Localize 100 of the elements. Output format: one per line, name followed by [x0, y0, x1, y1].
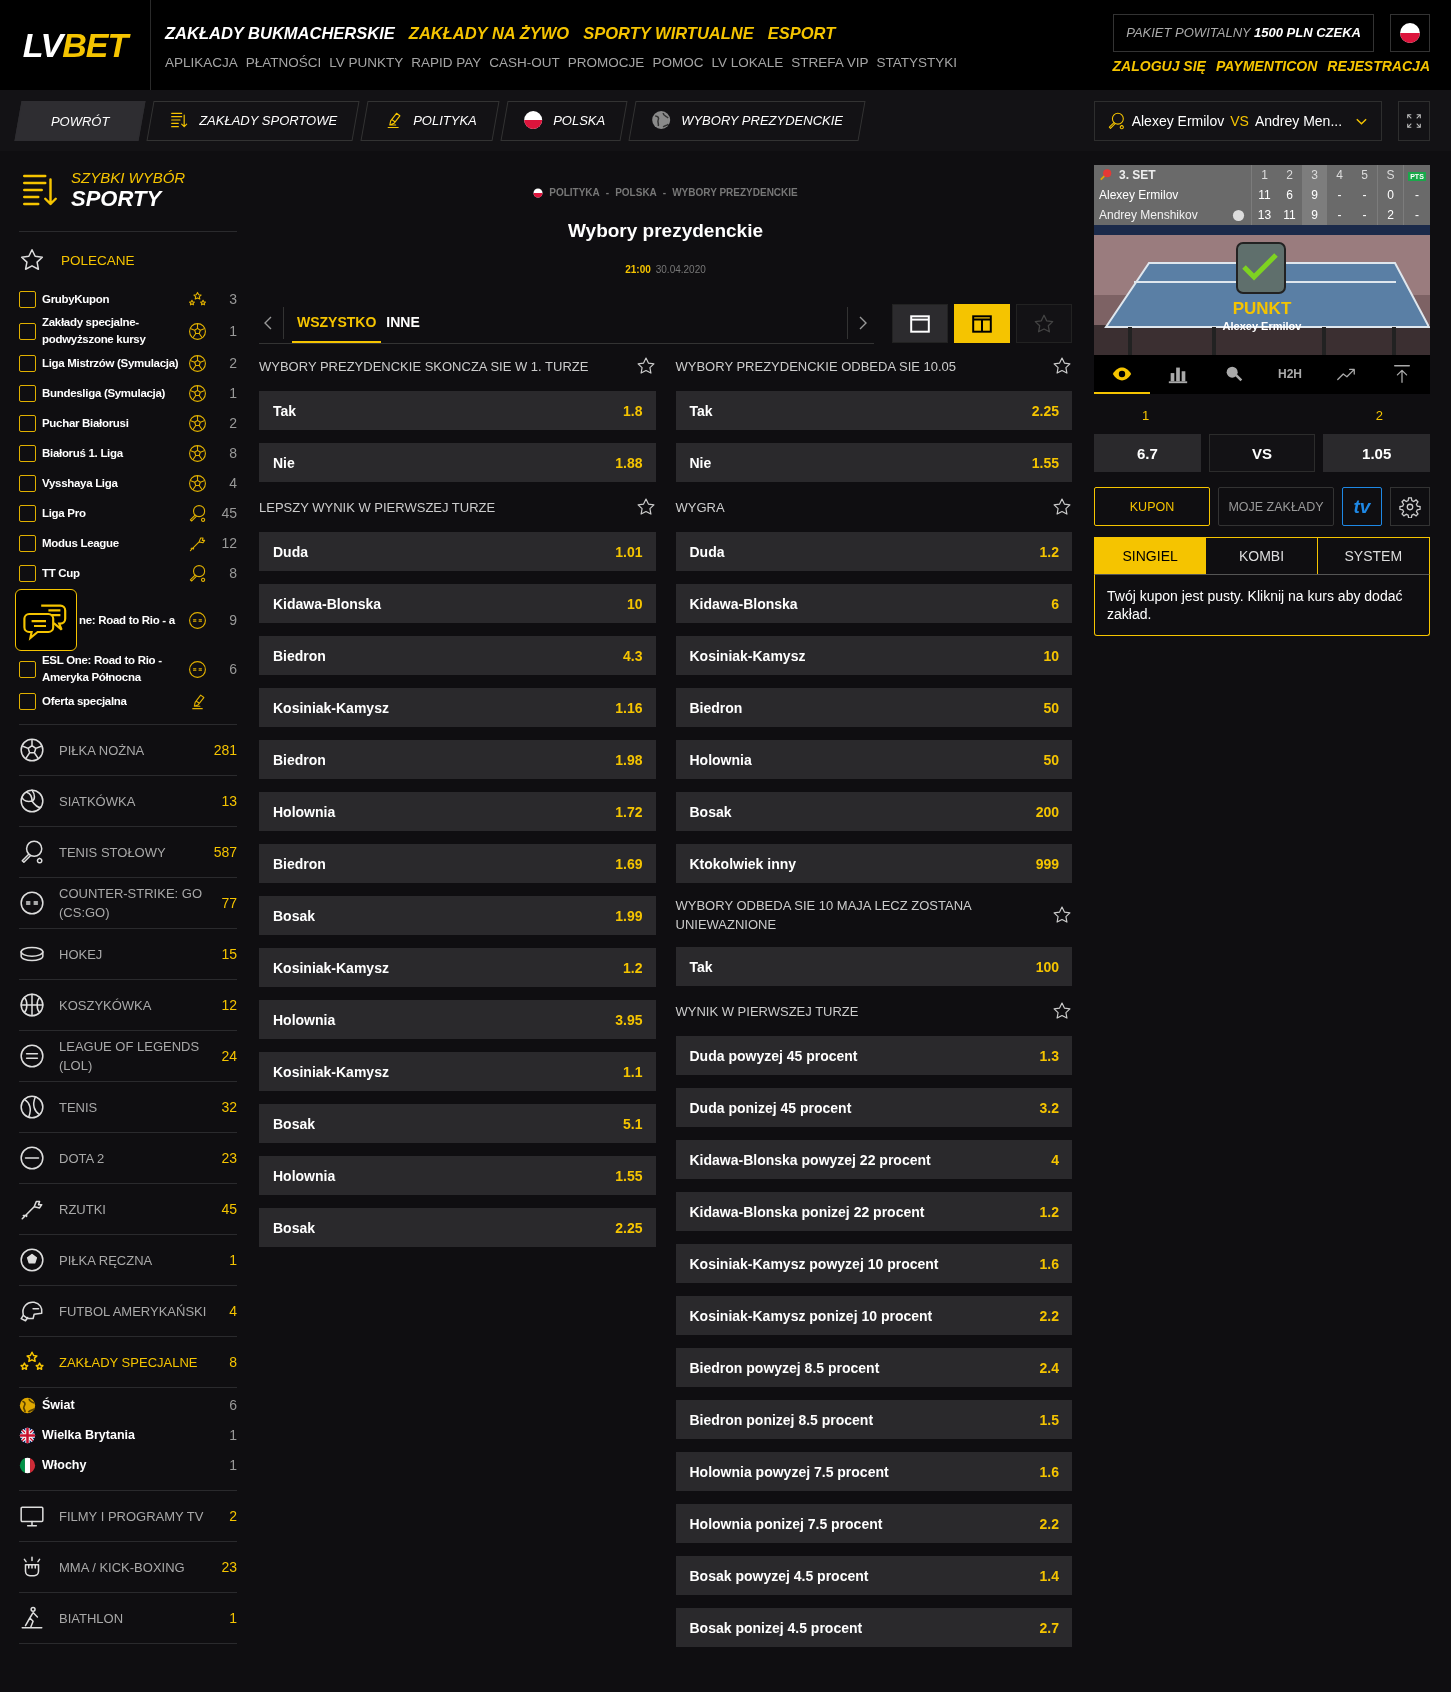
odds-button[interactable]: Kidawa-Blonska powyzej 22 procent 4: [675, 1140, 1072, 1179]
odds-button[interactable]: Kidawa-Blonska 6: [675, 584, 1072, 623]
checkbox[interactable]: [19, 564, 36, 582]
star-icon[interactable]: [1052, 1001, 1072, 1021]
league-link[interactable]: Modus League: [42, 534, 182, 552]
star-icon[interactable]: [635, 356, 656, 376]
checkbox[interactable]: [19, 354, 36, 372]
region-link[interactable]: Wielka Brytania: [42, 1428, 224, 1442]
chat-button[interactable]: [15, 589, 77, 651]
league-link[interactable]: TT Cup: [42, 564, 182, 582]
sport-link[interactable]: DOTA 2: [59, 1148, 208, 1168]
sport-link[interactable]: TENIS STOŁOWY: [59, 842, 200, 862]
bet-slip-tab[interactable]: MOJE ZAKŁADY: [1218, 487, 1334, 526]
account-link[interactable]: PAYMENTICON: [1215, 58, 1318, 74]
league-link[interactable]: Liga Mistrzów (Symulacja): [42, 354, 182, 372]
league-link[interactable]: GrubyKupon: [42, 290, 182, 308]
odds-button[interactable]: Holownia 50: [675, 740, 1072, 779]
checkbox[interactable]: [19, 414, 36, 432]
odds-button[interactable]: Biedron ponizej 8.5 procent 1.5: [675, 1400, 1072, 1439]
language-button[interactable]: [1390, 14, 1430, 52]
sport-link[interactable]: ZAKŁADY SPECJALNE: [59, 1352, 216, 1372]
odds-button[interactable]: Bosak powyzej 4.5 procent 1.4: [675, 1556, 1072, 1595]
category-button[interactable]: ZAKŁADY SPORTOWE: [146, 100, 360, 141]
star-icon[interactable]: [635, 497, 656, 517]
checkbox[interactable]: [19, 444, 36, 462]
odds-button[interactable]: Kosiniak-Kamysz 1.1: [259, 1052, 656, 1091]
odds-button[interactable]: Bosak ponizej 4.5 procent 2.7: [675, 1608, 1072, 1647]
settings-button[interactable]: [1390, 487, 1430, 526]
region-link[interactable]: Włochy: [42, 1458, 224, 1472]
nav-link[interactable]: STREFA VIP: [791, 55, 869, 70]
odds-button[interactable]: Duda ponizej 45 procent 3.2: [675, 1088, 1072, 1127]
odds-button[interactable]: Holownia ponizej 7.5 procent 2.2: [675, 1504, 1072, 1543]
market-tab[interactable]: WSZYSTKO: [292, 303, 382, 343]
odds-button[interactable]: Tak 100: [675, 947, 1072, 986]
tv-button[interactable]: tv: [1342, 487, 1382, 526]
odds-button[interactable]: Bosak 1.99: [259, 896, 656, 935]
breadcrumb-link[interactable]: POLITYKA: [549, 187, 600, 198]
bet-type-tab[interactable]: KOMBI: [1206, 538, 1318, 574]
league-link[interactable]: ne: Road to Rio - a: [79, 611, 182, 629]
odds-button[interactable]: Holownia 1.72: [259, 792, 656, 831]
league-link[interactable]: Vysshaya Liga: [42, 474, 182, 492]
odds-button[interactable]: 1.05: [1323, 434, 1430, 472]
fullscreen-button[interactable]: [1398, 100, 1430, 141]
main-nav-link[interactable]: ESPORT: [767, 24, 836, 43]
checkbox[interactable]: [19, 504, 36, 522]
category-button[interactable]: POLSKA: [500, 100, 628, 141]
odds-button[interactable]: Holownia 3.95: [259, 1000, 656, 1039]
back-button[interactable]: POWRÓT: [14, 100, 146, 141]
checkbox[interactable]: [19, 474, 36, 492]
league-link[interactable]: Zakłady specjalne-podwyższone kursy: [42, 314, 182, 348]
odds-button[interactable]: Kosiniak-Kamysz powyzej 10 procent 1.6: [675, 1244, 1072, 1283]
odds-button[interactable]: Kidawa-Blonska ponizej 22 procent 1.2: [675, 1192, 1072, 1231]
sport-link[interactable]: PIŁKA RĘCZNA: [59, 1250, 216, 1270]
odds-button[interactable]: Bosak 200: [675, 792, 1072, 831]
category-button[interactable]: WYBORY PREZYDENCKIE: [628, 100, 865, 141]
sport-link[interactable]: FILMY I PROGRAMY TV: [59, 1506, 216, 1526]
checkbox[interactable]: [19, 692, 36, 710]
odds-button[interactable]: Tak 2.25: [675, 391, 1072, 430]
odds-button[interactable]: Kosiniak-Kamysz 1.16: [259, 688, 656, 727]
breadcrumb-link[interactable]: WYBORY PREZYDENCKIE: [672, 187, 798, 198]
sport-link[interactable]: MMA / KICK-BOXING: [59, 1557, 208, 1577]
checkbox[interactable]: [19, 322, 36, 340]
odds-button[interactable]: Nie 1.88: [259, 443, 656, 482]
main-nav-link[interactable]: ZAKŁADY BUKMACHERSKIE: [165, 24, 395, 43]
odds-button[interactable]: Holownia 1.55: [259, 1156, 656, 1195]
h2h-tab[interactable]: H2H: [1262, 355, 1318, 394]
nav-link[interactable]: RAPID PAY: [411, 55, 482, 70]
star-icon[interactable]: [1052, 905, 1072, 925]
nav-link[interactable]: LV LOKALE: [711, 55, 784, 70]
odds-button[interactable]: Kosiniak-Kamysz ponizej 10 procent 2.2: [675, 1296, 1072, 1335]
region-link[interactable]: Świat: [42, 1398, 224, 1412]
sport-link[interactable]: COUNTER-STRIKE: GO (CS:GO): [59, 884, 208, 922]
account-link[interactable]: ZALOGUJ SIĘ: [1112, 58, 1206, 74]
checkbox[interactable]: [19, 384, 36, 402]
nav-link[interactable]: PŁATNOŚCI: [245, 55, 322, 70]
main-nav-link[interactable]: ZAKŁADY NA ŻYWO: [408, 24, 570, 43]
odds-button[interactable]: Holownia powyzej 7.5 procent 1.6: [675, 1452, 1072, 1491]
account-link[interactable]: REJESTRACJA: [1327, 58, 1430, 74]
sport-link[interactable]: SIATKÓWKA: [59, 791, 208, 811]
star-icon[interactable]: [1052, 497, 1072, 517]
sport-link[interactable]: LEAGUE OF LEGENDS (LOL): [59, 1037, 208, 1075]
odds-button[interactable]: Bosak 5.1: [259, 1104, 656, 1143]
sport-link[interactable]: TENIS: [59, 1097, 208, 1117]
odds-button[interactable]: Nie 1.55: [675, 443, 1072, 482]
category-button[interactable]: POLITYKA: [360, 100, 500, 141]
odds-button[interactable]: Duda powyzej 45 procent 1.3: [675, 1036, 1072, 1075]
league-link[interactable]: Oferta specjalna: [42, 692, 182, 710]
odds-button[interactable]: Biedron 50: [675, 688, 1072, 727]
nav-link[interactable]: APLIKACJA: [165, 55, 238, 70]
odds-button[interactable]: Bosak 2.25: [259, 1208, 656, 1247]
layout-button[interactable]: [892, 304, 948, 343]
league-link[interactable]: Bundesliga (Symulacja): [42, 384, 182, 402]
sport-link[interactable]: KOSZYKÓWKA: [59, 995, 208, 1015]
odds-button[interactable]: Biedron 4.3: [259, 636, 656, 675]
odds-button[interactable]: Biedron 1.98: [259, 740, 656, 779]
sport-link[interactable]: PIŁKA NOŻNA: [59, 740, 200, 760]
odds-button[interactable]: Ktokolwiek inny 999: [675, 844, 1072, 883]
market-tab[interactable]: INNE: [381, 303, 425, 343]
promo-banner[interactable]: PAKIET POWITALNY 1500 PLN CZEKA: [1113, 14, 1374, 52]
event-selector[interactable]: Alexey Ermilov VS Andrey Men...: [1094, 100, 1382, 141]
